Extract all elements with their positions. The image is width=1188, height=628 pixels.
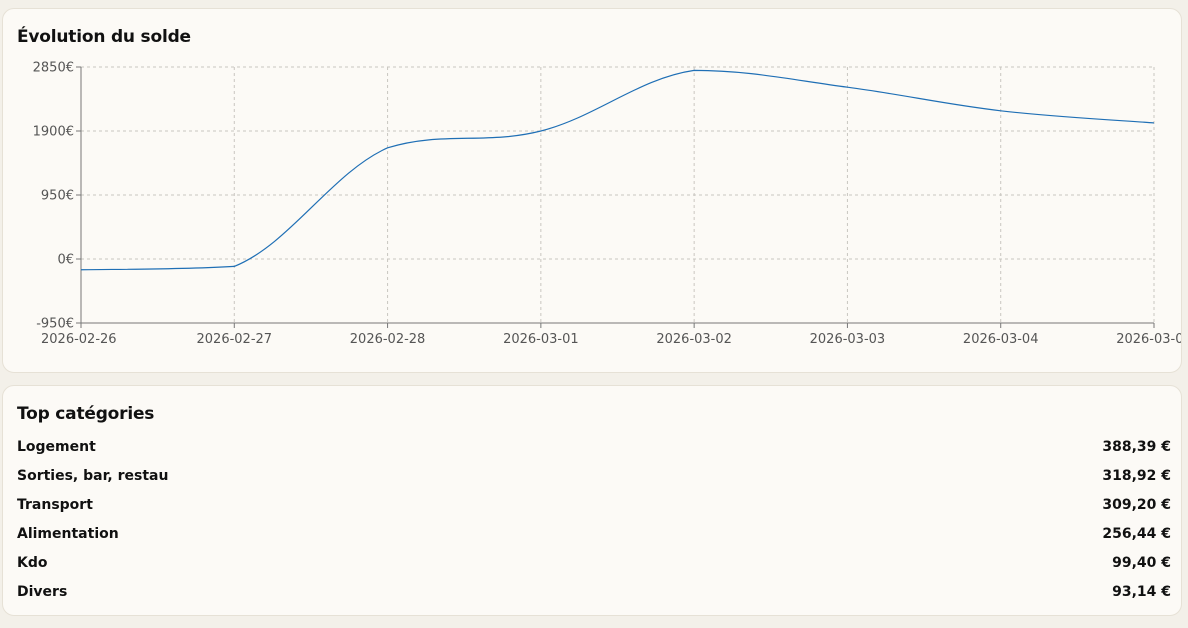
y-tick-label: -950€ xyxy=(36,317,74,332)
category-label: Kdo xyxy=(17,555,48,571)
category-label: Alimentation xyxy=(17,526,119,542)
category-amount: 318,92 € xyxy=(1102,468,1171,484)
x-tick-label: 2026-03-02 xyxy=(656,332,732,347)
x-tick-label: 2026-03-01 xyxy=(503,332,579,347)
y-tick-label: 0€ xyxy=(57,253,74,268)
category-label: Logement xyxy=(17,439,96,455)
balance-chart-card: Évolution du solde -950€ 0€ 950€ 1900€ 2850€… xyxy=(2,8,1182,373)
balance-series-line xyxy=(80,69,1155,271)
category-amount: 256,44 € xyxy=(1102,526,1171,542)
category-label: Divers xyxy=(17,584,68,600)
category-amount: 388,39 € xyxy=(1102,439,1171,455)
categories-card-title: Top catégories xyxy=(17,404,155,424)
category-row: Alimentation 256,44 € xyxy=(17,523,1171,545)
y-tick-label: 1900€ xyxy=(33,125,74,140)
category-row: Divers 93,14 € xyxy=(17,581,1171,603)
x-tick-label: 2026-02-27 xyxy=(197,332,273,347)
category-amount: 93,14 € xyxy=(1112,584,1171,600)
category-row: Logement 388,39 € xyxy=(17,436,1171,458)
y-tick-label: 2850€ xyxy=(33,61,74,76)
category-row: Transport 309,20 € xyxy=(17,494,1171,516)
x-tick-label: 2026-02-26 xyxy=(41,332,117,347)
balance-line-chart: -950€ 0€ 950€ 1900€ 2850€ 2026-02-26 2026-02-2… xyxy=(33,61,1181,348)
x-tick-label: 2026-03-05 xyxy=(1116,332,1181,347)
category-label: Sorties, bar, restau xyxy=(17,468,169,484)
category-amount: 99,40 € xyxy=(1112,555,1171,571)
category-amount: 309,20 € xyxy=(1102,497,1171,513)
x-tick-label: 2026-02-28 xyxy=(350,332,426,347)
category-row: Kdo 99,40 € xyxy=(17,552,1171,574)
category-label: Transport xyxy=(17,497,93,513)
x-tick-label: 2026-03-03 xyxy=(810,332,886,347)
category-row: Sorties, bar, restau 318,92 € xyxy=(17,465,1171,487)
y-tick-label: 950€ xyxy=(41,189,74,204)
top-categories-card: Top catégories Logement 388,39 € Sorties… xyxy=(2,385,1182,616)
x-tick-label: 2026-03-04 xyxy=(963,332,1039,347)
